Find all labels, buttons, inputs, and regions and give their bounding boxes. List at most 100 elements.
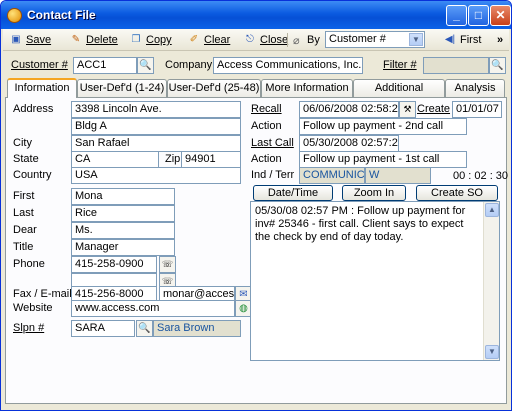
search-icon: 🔍 xyxy=(139,60,152,71)
email-icon: ✉ xyxy=(239,289,248,300)
address-label: Address xyxy=(13,103,54,115)
title-label: Title xyxy=(13,241,34,253)
search-icon: 🔍 xyxy=(138,323,151,334)
tab-strip: Information User-Def'd (1-24) User-Def'd… xyxy=(5,78,507,110)
phone-icon: ☏ xyxy=(161,276,174,286)
delete-button[interactable]: ✎ Delete xyxy=(69,32,118,48)
dear-input[interactable]: Ms. xyxy=(71,222,175,239)
salesperson-lookup-button[interactable]: 🔍 xyxy=(136,320,153,337)
clear-button[interactable]: ✐ Clear xyxy=(187,32,231,48)
tab-user-defd-1-24[interactable]: User-Def'd (1-24) xyxy=(77,79,167,97)
app-icon xyxy=(7,8,22,23)
globe-icon: ◍ xyxy=(239,303,248,314)
city-input[interactable]: San Rafael xyxy=(71,135,241,152)
action2-input[interactable]: Follow up payment - 1st call xyxy=(299,151,467,168)
website-input[interactable]: www.access.com xyxy=(71,300,235,317)
close-window-button[interactable]: ✕ xyxy=(490,5,511,26)
notes-scrollbar[interactable]: ▲ ▼ xyxy=(483,202,499,360)
country-label: Country xyxy=(13,169,52,181)
toolbar-overflow-button[interactable]: » xyxy=(497,32,503,48)
dear-label: Dear xyxy=(13,224,37,236)
city-label: City xyxy=(13,137,32,149)
recall-tools-button[interactable]: ⚒ xyxy=(399,101,416,118)
recall-label[interactable]: Recall xyxy=(251,102,282,117)
toolbar-divider xyxy=(287,33,288,47)
customer-input[interactable]: ACC1 xyxy=(73,57,137,74)
notes-textarea[interactable]: 05/30/08 02:57 PM : Follow up payment fo… xyxy=(250,201,500,361)
call-timer: 00 : 02 : 30 xyxy=(453,170,509,182)
tab-additional-contacts[interactable]: Additional Contacts xyxy=(353,79,445,110)
close-icon: ⎋ xyxy=(246,34,254,45)
first-record-icon: ◀| xyxy=(444,34,456,45)
create-so-button[interactable]: Create SO xyxy=(416,185,498,201)
save-button[interactable]: ▣ Save xyxy=(9,32,51,48)
scroll-down-icon[interactable]: ▼ xyxy=(485,345,499,359)
clear-icon: ✐ xyxy=(189,34,199,45)
filter-lookup-button[interactable]: 🔍 xyxy=(489,57,506,74)
action1-label: Action xyxy=(251,120,282,132)
by-label: By xyxy=(307,34,320,46)
delete-icon: ✎ xyxy=(71,34,81,45)
phone1-input[interactable]: 415-258-0900 xyxy=(71,256,157,273)
website-label: Website xyxy=(13,302,53,314)
create-label[interactable]: Create xyxy=(417,102,450,117)
company-input[interactable]: Access Communications, Inc. xyxy=(213,57,363,74)
customer-label[interactable]: Customer # xyxy=(11,58,68,73)
contact-file-window: Contact File _ □ ✕ ▣ Save ✎ Delete ❐ Cop… xyxy=(0,0,512,411)
last-call-label[interactable]: Last Call xyxy=(251,136,294,151)
attachment-icon[interactable]: ⌀ xyxy=(293,32,300,48)
first-name-label: First xyxy=(13,190,35,202)
state-label: State xyxy=(13,153,39,165)
first-name-input[interactable]: Mona xyxy=(71,188,175,205)
zoom-in-button[interactable]: Zoom In xyxy=(342,185,406,201)
minimize-button[interactable]: _ xyxy=(446,5,467,26)
salesperson-name: Sara Brown xyxy=(153,320,241,337)
tab-information[interactable]: Information xyxy=(7,78,77,98)
title-input[interactable]: Manager xyxy=(71,239,175,256)
phone-label: Phone xyxy=(13,258,45,270)
search-icon: 🔍 xyxy=(491,60,504,71)
action2-label: Action xyxy=(251,153,282,165)
tab-analysis[interactable]: Analysis xyxy=(445,79,505,97)
zip-input[interactable]: 94901 xyxy=(181,151,241,168)
address-line1-input[interactable]: 3398 Lincoln Ave. xyxy=(71,101,241,118)
close-button[interactable]: ⎋ Close xyxy=(243,32,288,48)
filter-label[interactable]: Filter # xyxy=(383,58,417,73)
zip-label: Zip xyxy=(165,153,181,165)
tab-user-defd-25-48[interactable]: User-Def'd (25-48) xyxy=(167,79,261,97)
copy-icon: ❐ xyxy=(131,34,141,45)
sort-by-select[interactable]: Customer # ▼ xyxy=(325,31,425,48)
maximize-button[interactable]: □ xyxy=(468,5,489,26)
customer-lookup-button[interactable]: 🔍 xyxy=(137,57,154,74)
create-date-input[interactable]: 01/01/07 xyxy=(452,101,502,118)
dial-phone1-button[interactable]: ☏ xyxy=(159,256,176,273)
chevron-down-icon: ▼ xyxy=(409,33,423,46)
first-record-button[interactable]: ◀| First xyxy=(443,32,482,48)
last-name-label: Last xyxy=(13,207,34,219)
toolbar: ▣ Save ✎ Delete ❐ Copy ✐ Clear ⎋ Close ⌀… xyxy=(3,29,509,51)
tab-more-information[interactable]: More Information xyxy=(261,79,353,97)
save-icon: ▣ xyxy=(11,34,21,45)
tools-icon: ⚒ xyxy=(403,104,412,114)
recall-datetime-input[interactable]: 06/06/2008 02:58:24 Pl xyxy=(299,101,399,118)
datetime-stamp-button[interactable]: Date/Time Stamp xyxy=(253,185,333,213)
company-label: Company xyxy=(165,59,213,71)
state-input[interactable]: CA xyxy=(71,151,159,168)
fax-email-label: Fax / E-mail xyxy=(13,288,72,300)
action1-input[interactable]: Follow up payment - 2nd call xyxy=(299,118,467,135)
industry-field: COMMUNICAT xyxy=(299,167,365,184)
scroll-up-icon[interactable]: ▲ xyxy=(485,203,499,217)
title-bar: Contact File _ □ ✕ xyxy=(1,1,511,29)
country-input[interactable]: USA xyxy=(71,167,241,184)
filter-input[interactable] xyxy=(423,57,489,74)
ind-terr-label: Ind / Terr xyxy=(251,169,295,181)
address-line2-input[interactable]: Bldg A xyxy=(71,118,241,135)
last-call-input[interactable]: 05/30/2008 02:57:25 Pl xyxy=(299,135,399,152)
copy-button[interactable]: ❐ Copy xyxy=(129,32,172,48)
territory-field: W xyxy=(365,167,431,184)
window-title: Contact File xyxy=(27,8,96,22)
salesperson-input[interactable]: SARA xyxy=(71,320,135,337)
last-name-input[interactable]: Rice xyxy=(71,205,175,222)
salesperson-label[interactable]: Slpn # xyxy=(13,321,44,336)
notes-text: 05/30/08 02:57 PM : Follow up payment fo… xyxy=(255,205,466,243)
